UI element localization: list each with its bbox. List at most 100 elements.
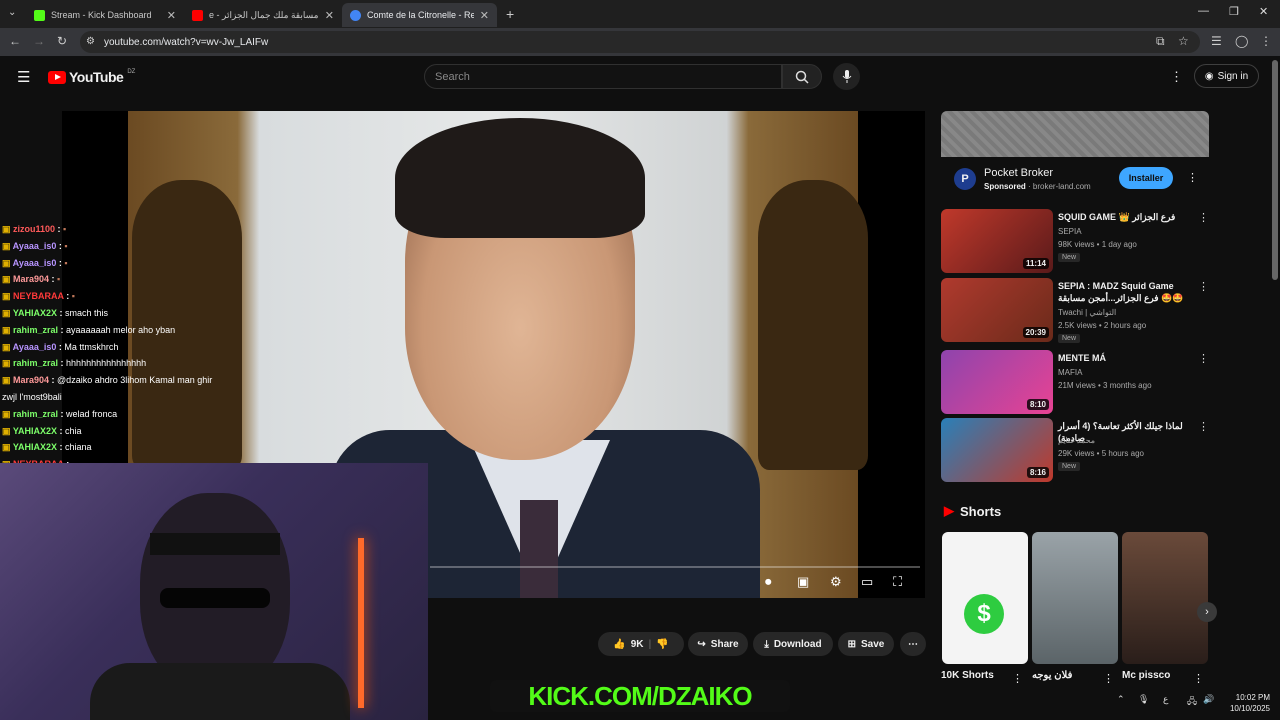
video-title: MENTE MÁ <box>1058 353 1106 363</box>
site-info-icon[interactable]: ⚙ <box>86 36 95 47</box>
save-button[interactable]: ⊞ Save <box>838 632 894 656</box>
voice-search-button[interactable] <box>833 63 860 90</box>
kick-banner-text: KICK.COM/DZAIKO <box>528 680 752 711</box>
close-tab-icon[interactable]: ✕ <box>325 9 334 22</box>
recommended-video[interactable]: 11:14 SQUID GAME 👑 فرع الجزائر SEPIA 98K… <box>941 209 1209 273</box>
new-badge: New <box>1058 334 1081 343</box>
language-icon[interactable]: ع <box>1163 694 1168 705</box>
chat-badge-icon: ▣ <box>2 291 14 302</box>
install-button[interactable]: Installer <box>1119 167 1173 189</box>
chat-username: YAHIAX2X <box>12 442 58 453</box>
video-menu-icon[interactable]: ⋮ <box>1198 280 1209 293</box>
chat-message: ▣ Ayaaa_is0 : ▪ <box>2 257 68 268</box>
close-tab-icon[interactable]: ✕ <box>167 9 176 22</box>
network-icon[interactable]: 🖧 <box>1187 694 1197 710</box>
download-icon: ⤓ <box>764 638 769 650</box>
save-label: Save <box>861 638 885 650</box>
tray-overflow-icon[interactable]: ⌃ <box>1117 694 1125 705</box>
autoplay-toggle[interactable]: ⏺ <box>765 574 772 590</box>
more-options-icon[interactable]: ⋮ <box>1170 69 1183 85</box>
chat-badge-icon: ▣ <box>2 224 14 234</box>
settings-gear-icon[interactable]: ⚙ <box>830 574 842 590</box>
search-input[interactable]: Search <box>424 64 782 89</box>
chat-message: ▣ YAHIAX2X : chia <box>2 425 82 436</box>
hamburger-menu-icon[interactable]: ☰ <box>17 68 30 86</box>
ad-menu-icon[interactable]: ⋮ <box>1187 171 1198 184</box>
page-scrollbar[interactable] <box>1272 60 1278 280</box>
sign-in-label: Sign in <box>1217 70 1249 82</box>
profile-icon[interactable]: ◯ <box>1235 34 1248 48</box>
short-card[interactable] <box>1032 532 1118 664</box>
new-tab-button[interactable]: + <box>506 6 514 22</box>
chat-message: ▣ rahim_zral : ayaaaaaah melor aho yban <box>2 324 176 335</box>
chat-text: hhhhhhhhhhhhhhhh <box>66 358 147 369</box>
minimize-button[interactable]: — <box>1198 5 1209 17</box>
url-text: youtube.com/watch?v=wv-Jw_LAIFw <box>104 36 269 48</box>
forward-icon[interactable]: → <box>33 34 45 48</box>
short-title[interactable]: Mc pissco <box>1122 670 1170 681</box>
shorts-label: Shorts <box>960 503 1002 519</box>
country-code: DZ <box>127 69 136 75</box>
share-button[interactable]: ↪ Share <box>688 632 748 656</box>
thumbs-down-icon: 👎 <box>656 638 669 650</box>
save-playlist-icon: ⊞ <box>847 638 857 650</box>
tab-search-icon[interactable]: ⌄ <box>8 7 16 18</box>
channel-name: محمد غنايم <box>1058 436 1096 445</box>
short-menu-icon[interactable]: ⋮ <box>1193 672 1204 685</box>
fullscreen-icon[interactable]: ⛶ <box>893 574 902 590</box>
url-field[interactable]: youtube.com/watch?v=wv-Jw_LAIFw <box>80 31 1200 53</box>
download-button[interactable]: ⤓ Download <box>753 632 833 656</box>
shorts-next-button[interactable]: › <box>1197 602 1217 622</box>
short-card[interactable] <box>1122 532 1208 664</box>
short-title[interactable]: 10K Shorts <box>941 670 994 681</box>
webcam-overlay <box>0 463 428 720</box>
like-dislike-button[interactable]: 👍 9K | 👎 <box>598 632 684 656</box>
video-menu-icon[interactable]: ⋮ <box>1198 211 1209 224</box>
chat-badge-icon: ▣ <box>2 274 14 285</box>
chat-text: @dzaiko ahdro 3lihom Kamal man ghir <box>57 375 213 386</box>
neon-light <box>358 538 364 708</box>
microphone-tray-icon[interactable]: 🎙 <box>1138 694 1149 705</box>
recommended-video[interactable]: 8:16 لماذا جيلك الأكثر تعاسة؟ (4 أسرار ص… <box>941 418 1209 482</box>
short-title[interactable]: فلان يوجه <box>1032 670 1072 681</box>
close-tab-icon[interactable]: ✕ <box>480 9 489 22</box>
shorts-heading: ▶ Shorts <box>944 503 1001 519</box>
youtube-logo[interactable]: YouTube DZ <box>48 69 135 85</box>
captions-icon[interactable]: ▣ <box>797 574 809 590</box>
kick-banner: KICK.COM/DZAIKO <box>490 680 790 712</box>
microphone-icon <box>842 69 851 83</box>
reload-icon[interactable]: ↻ <box>57 34 67 48</box>
chat-message: ▣ rahim_zral : welad fronca <box>2 408 118 419</box>
bookmark-star-icon[interactable]: ☆ <box>1178 34 1189 48</box>
short-menu-icon[interactable]: ⋮ <box>1012 672 1023 685</box>
maximize-button[interactable]: ❐ <box>1229 5 1239 18</box>
video-menu-icon[interactable]: ⋮ <box>1198 352 1209 365</box>
theater-mode-icon[interactable]: ▭ <box>861 574 873 590</box>
tab-google-search[interactable]: Comte de la Citronelle - Recher ✕ <box>342 3 497 27</box>
video-menu-icon[interactable]: ⋮ <box>1198 420 1209 433</box>
short-card[interactable]: $ <box>942 532 1028 664</box>
video-progress-bar[interactable] <box>430 566 920 568</box>
install-app-icon[interactable]: ⧉ <box>1156 34 1165 49</box>
recommended-video[interactable]: 8:10 MENTE MÁ MAFIA 21M views • 3 months… <box>941 350 1209 414</box>
tie-shape <box>520 500 558 598</box>
close-window-button[interactable]: ✕ <box>1259 5 1268 18</box>
video-meta: 2.5K views • 2 hours ago <box>1058 321 1147 330</box>
more-actions-button[interactable]: ⋯ <box>900 632 926 656</box>
short-menu-icon[interactable]: ⋮ <box>1103 672 1114 685</box>
ad-banner-image[interactable] <box>941 111 1209 157</box>
tab-youtube[interactable]: e - مسابقة ملك جمال الجزائر ✕ <box>184 3 342 27</box>
search-button[interactable] <box>782 64 822 89</box>
volume-icon[interactable]: 🔊 <box>1203 694 1214 705</box>
tab-kick-dashboard[interactable]: Stream - Kick Dashboard ✕ <box>26 3 184 27</box>
video-title: SQUID GAME 👑 فرع الجزائر <box>1058 212 1176 222</box>
media-control-icon[interactable]: ☰ <box>1211 34 1222 48</box>
recommended-video[interactable]: 20:39 SEPIA : MADZ Squid Game فرع الجزائ… <box>941 278 1209 343</box>
channel-name: MAFIA <box>1058 368 1083 377</box>
browser-menu-icon[interactable]: ⋮ <box>1260 34 1272 48</box>
sign-in-button[interactable]: ◉ Sign in <box>1194 64 1259 88</box>
clock[interactable]: 10:02 PM 10/10/2025 <box>1222 692 1270 714</box>
back-icon[interactable]: ← <box>9 34 21 48</box>
duration-badge: 11:14 <box>1022 258 1049 269</box>
tab-title: Comte de la Citronelle - Recher <box>367 10 474 20</box>
